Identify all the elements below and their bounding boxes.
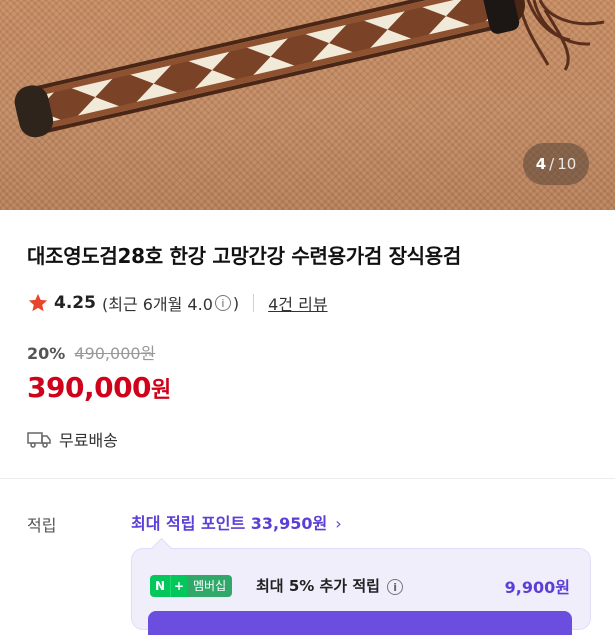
sword-handle-illustration [14,0,605,138]
plus-icon: + [170,575,187,597]
discount-rate: 20% [27,344,66,363]
membership-card[interactable]: N + 멤버십 최대 5% 추가 적립 i 9,900원 [131,548,591,635]
sale-price: 390,000원 [27,371,171,404]
truck-icon [27,432,51,448]
chevron-right-icon: › [335,514,342,533]
sale-price-number: 390,000 [27,371,152,404]
product-title: 대조영도검28호 한강 고망간강 수련용가검 장식용검 [27,244,461,268]
image-counter-total: 10 [557,155,577,173]
membership-benefit: 최대 5% 추가 적립 i [256,575,405,596]
points-max-link[interactable]: 최대 적립 포인트 33,950원 › [131,510,342,534]
reviews-link[interactable]: 4건 리뷰 [268,291,327,315]
rating-divider [253,294,255,312]
image-counter-current: 4 [535,155,547,173]
shipping-info: 무료배송 [27,427,118,451]
recent-rating-close: ) [232,293,240,313]
image-counter-separator: / [549,155,555,173]
section-divider [0,478,615,479]
discount-row: 20% 490,000원 [27,340,155,364]
naver-n-logo: N [150,575,170,597]
naver-plus-membership-badge: N + 멤버십 [150,575,233,597]
original-price: 490,000원 [74,344,156,363]
points-max-text: 최대 적립 포인트 33,950원 [131,514,328,533]
shipping-label: 무료배송 [59,431,118,450]
rating-score: 4.25 [54,293,96,313]
rating-row: 4.25 (최근 6개월 4.0 i ) 4건 리뷰 [27,290,328,316]
membership-benefit-text: 최대 5% 추가 적립 [256,577,380,595]
image-counter: 4 / 10 [523,143,589,185]
membership-info-icon[interactable]: i [387,578,404,595]
product-image[interactable]: 4 / 10 [0,0,615,210]
membership-amount: 9,900원 [504,578,570,597]
star-icon [28,293,48,312]
membership-label: 멤버십 [187,575,233,597]
info-icon[interactable]: i [214,295,231,311]
recent-rating: (최근 6개월 4.0 [101,295,213,314]
points-label: 적립 [27,516,57,535]
sale-price-unit: 원 [151,378,171,403]
